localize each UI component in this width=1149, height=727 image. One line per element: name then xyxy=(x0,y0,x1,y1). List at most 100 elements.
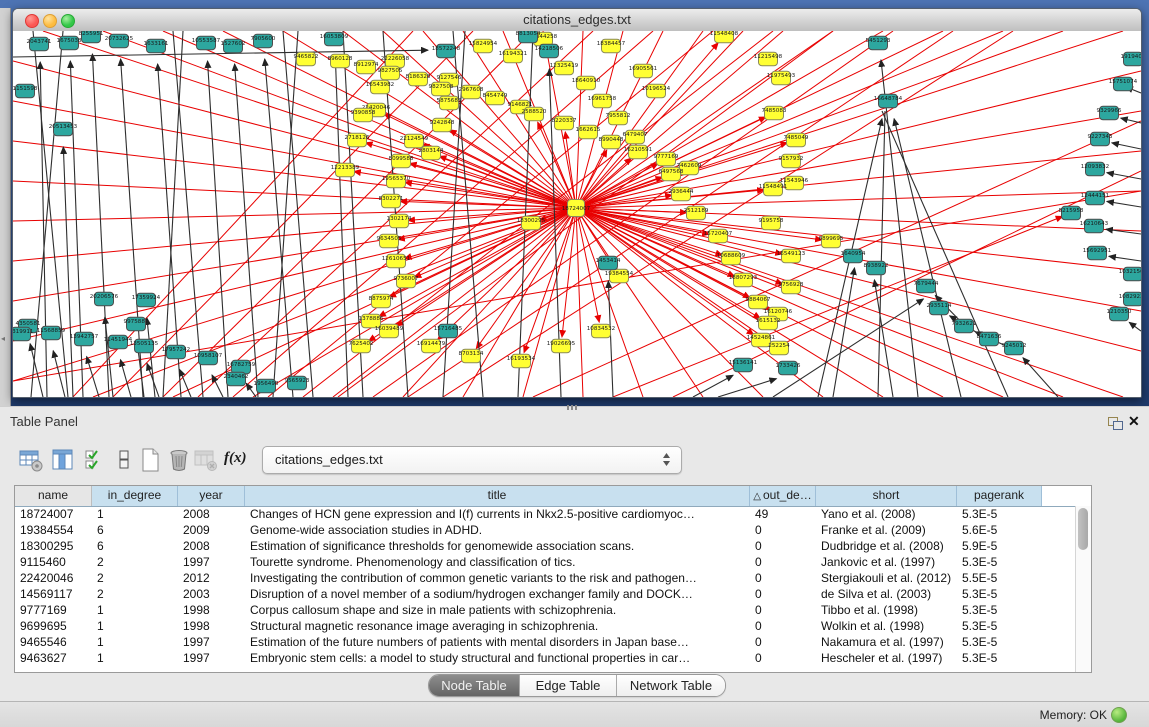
table-cell[interactable]: Yano et al. (2008) xyxy=(816,506,957,522)
graph-node[interactable]: 15136141 xyxy=(729,358,758,372)
table-cell[interactable]: 5.3E-5 xyxy=(957,650,1042,666)
graph-node[interactable]: 2936444 xyxy=(669,187,694,201)
table-cell[interactable]: 5.3E-5 xyxy=(957,618,1042,634)
graph-node[interactable]: 9736007 xyxy=(394,274,419,288)
graph-node[interactable]: 20732625 xyxy=(105,34,134,48)
table-cell[interactable]: Hescheler et al. (1997) xyxy=(816,650,957,666)
table-cell[interactable]: 5.3E-5 xyxy=(957,554,1042,570)
graph-edge[interactable] xyxy=(874,280,893,397)
table-cell[interactable]: 19384554 xyxy=(15,522,92,538)
graph-node[interactable]: 16905561 xyxy=(629,64,658,78)
graph-node[interactable]: 2718126 xyxy=(345,133,370,147)
graph-node[interactable]: 1640954 xyxy=(841,249,866,263)
table-cell[interactable]: de Silva et al. (2003) xyxy=(816,586,957,602)
graph-edge[interactable] xyxy=(13,208,576,261)
table-cell[interactable]: Tibbo et al. (1998) xyxy=(816,602,957,618)
graph-node[interactable]: 5875685 xyxy=(437,96,462,110)
graph-node[interactable]: 9465822 xyxy=(294,52,319,66)
table-row[interactable]: 969969511998Structural magnetic resonanc… xyxy=(15,618,1076,634)
graph-node[interactable]: 16210591 xyxy=(624,145,653,159)
graph-node[interactable]: 9777169 xyxy=(654,152,679,166)
graph-node[interactable]: 9245012 xyxy=(1002,341,1027,355)
graph-node[interactable]: 1662615 xyxy=(576,125,601,139)
graph-node[interactable]: 9827505 xyxy=(378,66,403,80)
graph-node[interactable]: 6497568 xyxy=(659,167,684,181)
table-row[interactable]: 1938455462009Genome-wide association stu… xyxy=(15,522,1076,538)
column-visibility-icon[interactable] xyxy=(50,447,76,473)
graph-node[interactable]: 16648784 xyxy=(874,94,903,108)
table-cell[interactable]: 0 xyxy=(750,570,816,586)
column-header-short[interactable]: short xyxy=(816,486,957,506)
graph-edge[interactable] xyxy=(163,31,183,397)
graph-node[interactable]: 11548408 xyxy=(710,31,739,43)
graph-node[interactable]: 6479407 xyxy=(623,130,648,144)
table-cell[interactable]: 2003 xyxy=(178,586,245,602)
graph-node[interactable]: 2043741 xyxy=(27,37,52,51)
graph-node[interactable]: 1151598 xyxy=(13,84,38,98)
graph-node[interactable]: 2967608 xyxy=(459,85,484,99)
graph-node[interactable]: 7485049 xyxy=(784,133,809,147)
table-cell[interactable]: 0 xyxy=(750,522,816,538)
graph-edge[interactable] xyxy=(235,64,258,397)
graph-node[interactable]: 8255951 xyxy=(79,31,104,43)
graph-node[interactable]: 2512189 xyxy=(684,206,709,220)
table-row[interactable]: 1872400712008Changes of HCN gene express… xyxy=(15,506,1076,522)
table-cell[interactable]: 1997 xyxy=(178,634,245,650)
table-cell[interactable]: 2 xyxy=(92,570,178,586)
table-cell[interactable]: 1997 xyxy=(178,650,245,666)
table-cell[interactable]: 9777169 xyxy=(15,602,92,618)
graph-node[interactable]: 10829227 xyxy=(1119,292,1141,306)
table-cell[interactable]: 5.3E-5 xyxy=(957,506,1042,522)
column-header-pagerank[interactable]: pagerank xyxy=(957,486,1042,506)
table-cell[interactable]: 2012 xyxy=(178,570,245,586)
graph-edge[interactable] xyxy=(1121,118,1141,123)
table-cell[interactable]: Nakamura et al. (1997) xyxy=(816,634,957,650)
graph-node[interactable]: 8215958 xyxy=(1059,206,1084,220)
table-cell[interactable]: 2008 xyxy=(178,506,245,522)
table-cell[interactable]: 9115460 xyxy=(15,554,92,570)
network-canvas[interactable]: 1872400722124549809958819565370830227113… xyxy=(13,31,1141,397)
graph-edge[interactable] xyxy=(881,60,918,397)
table-cell[interactable]: Dudbridge et al. (2008) xyxy=(816,538,957,554)
graph-node[interactable]: 18384457 xyxy=(597,39,626,53)
graph-edge[interactable] xyxy=(1023,358,1058,397)
graph-node[interactable]: 15751074 xyxy=(1109,77,1138,91)
left-splitter-rail[interactable]: ◂ xyxy=(0,8,11,406)
table-cell[interactable]: 1 xyxy=(92,650,178,666)
tab-edge-table[interactable]: Edge Table xyxy=(520,675,617,696)
graph-node[interactable]: 16053809 xyxy=(320,32,349,46)
graph-node[interactable]: 6899695 xyxy=(819,234,844,248)
table-cell[interactable]: Jankovic et al. (1997) xyxy=(816,554,957,570)
table-cell[interactable]: Structural magnetic resonance image aver… xyxy=(245,618,750,634)
graph-node[interactable]: 9975887 xyxy=(124,317,149,331)
graph-node[interactable]: 18640910 xyxy=(572,76,601,90)
graph-edge[interactable] xyxy=(576,31,1123,208)
table-cell[interactable]: 6 xyxy=(92,538,178,554)
graph-node[interactable]: 10196524 xyxy=(642,84,671,98)
graph-node[interactable]: 12213389 xyxy=(331,163,360,177)
graph-node[interactable]: 15824954 xyxy=(469,39,498,53)
table-row[interactable]: 1456911722003Disruption of a novel membe… xyxy=(15,586,1076,602)
table-cell[interactable]: Wolkin et al. (1998) xyxy=(816,618,957,634)
table-cell[interactable]: 5.3E-5 xyxy=(957,634,1042,650)
graph-node[interactable]: 8703134 xyxy=(459,349,484,363)
table-cell[interactable]: 2 xyxy=(92,554,178,570)
graph-node[interactable]: 20206576 xyxy=(90,292,119,306)
graph-node[interactable]: 16210643 xyxy=(1080,219,1109,233)
graph-node[interactable]: 7679444 xyxy=(914,279,939,293)
table-cell[interactable]: Embryonic stem cells: a model to study s… xyxy=(245,650,750,666)
graph-node[interactable]: 9390858 xyxy=(351,108,376,122)
table-cell[interactable]: 22420046 xyxy=(15,570,92,586)
column-header-name[interactable]: name xyxy=(15,486,92,506)
table-row[interactable]: 977716911998Corpus callosum shape and si… xyxy=(15,602,1076,618)
graph-node[interactable]: 5451293 xyxy=(866,36,891,50)
graph-node[interactable]: 8813054 xyxy=(516,31,541,43)
table-cell[interactable]: 5.3E-5 xyxy=(957,586,1042,602)
table-cell[interactable]: 1998 xyxy=(178,602,245,618)
graph-node[interactable]: 8454749 xyxy=(483,91,508,105)
graph-node[interactable]: 16549123 xyxy=(777,249,806,263)
graph-edge[interactable] xyxy=(70,61,83,397)
table-cell[interactable]: 2009 xyxy=(178,522,245,538)
table-cell[interactable]: 1997 xyxy=(178,554,245,570)
graph-node[interactable]: 15720407 xyxy=(704,229,733,243)
